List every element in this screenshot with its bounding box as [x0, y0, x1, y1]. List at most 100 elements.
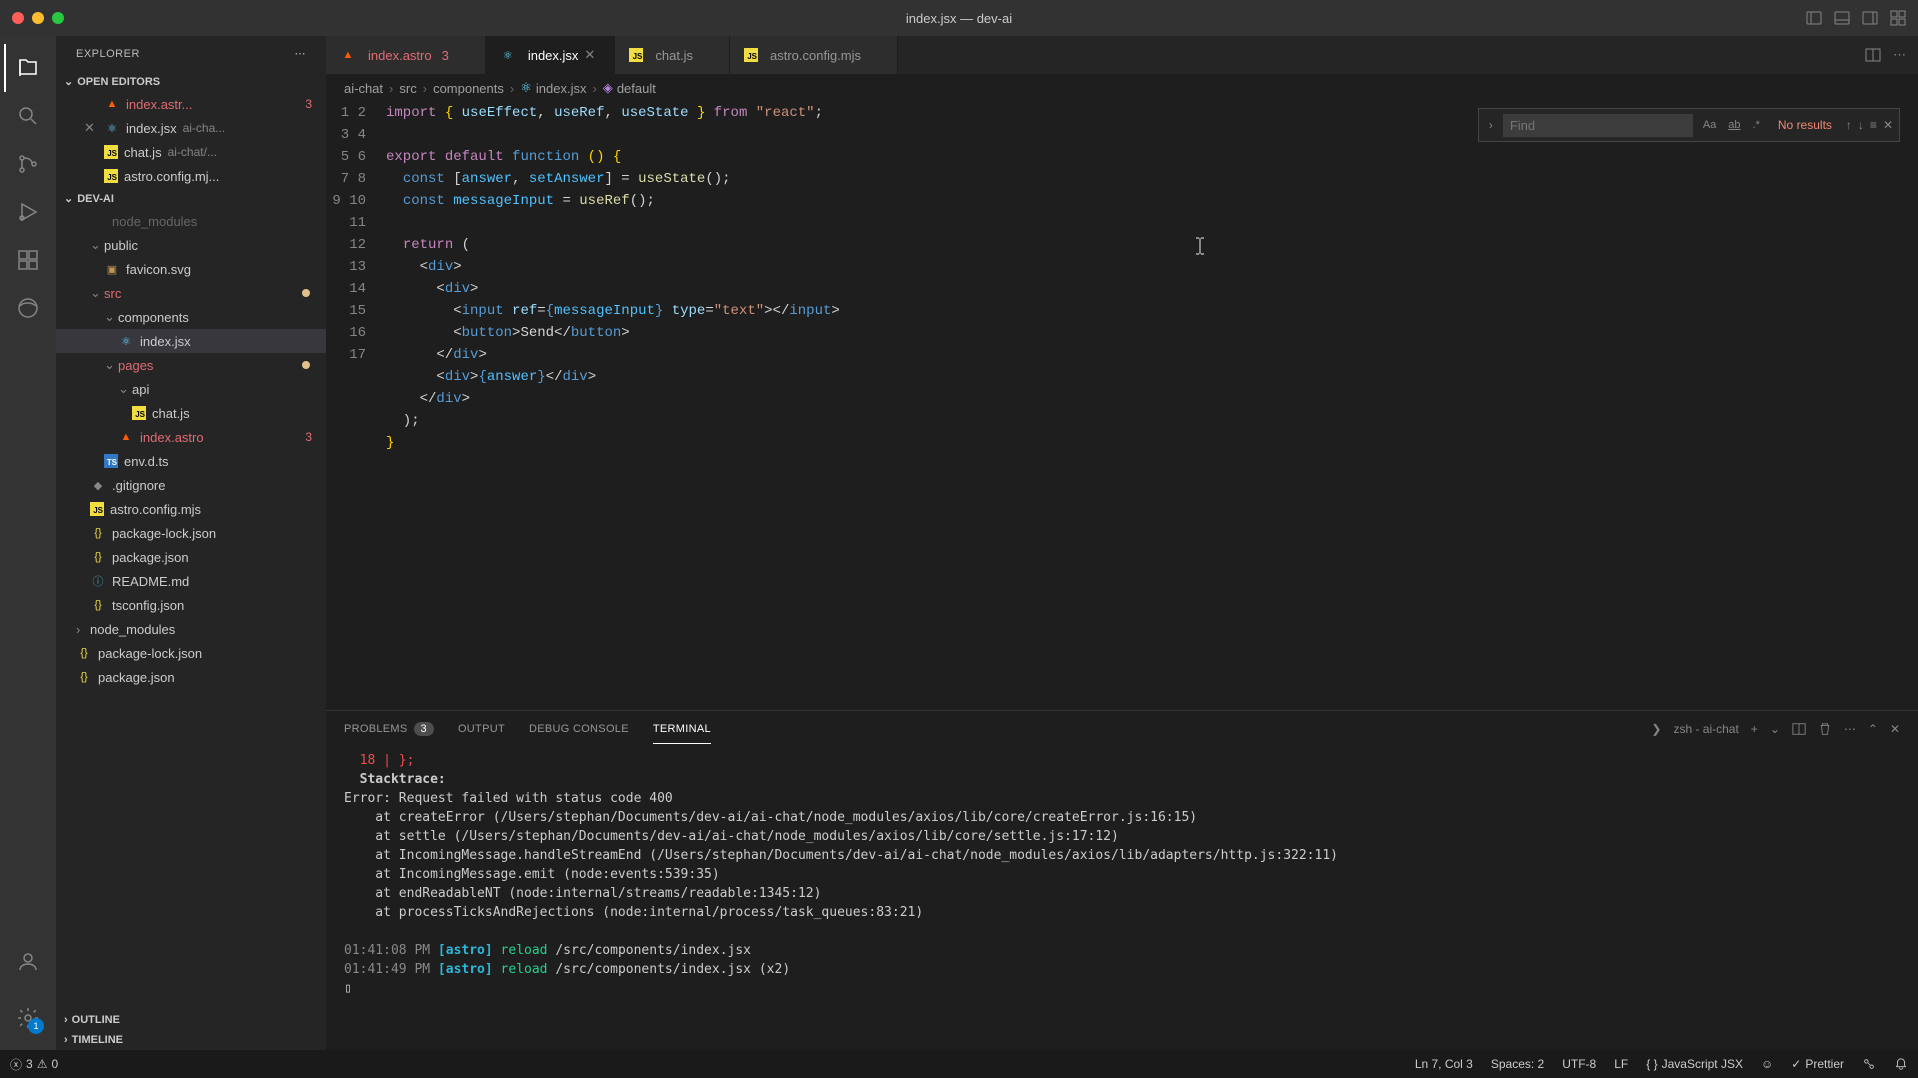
file-item[interactable]: TSenv.d.ts — [56, 449, 326, 473]
breadcrumb-item[interactable]: components — [433, 81, 504, 96]
code-content[interactable]: import { useEffect, useRef, useState } f… — [386, 102, 1918, 710]
problems-tab[interactable]: PROBLEMS 3 — [344, 714, 434, 744]
terminal-output[interactable]: 18 | }; Stacktrace: Error: Request faile… — [326, 747, 1918, 1050]
explorer-activity[interactable] — [4, 44, 52, 92]
file-item[interactable]: ▲index.astro3 — [56, 425, 326, 449]
breadcrumb-item[interactable]: src — [399, 81, 416, 96]
open-editors-label: OPEN EDITORS — [77, 76, 160, 88]
close-editor-icon[interactable]: ✕ — [84, 120, 100, 136]
terminal-tab[interactable]: TERMINAL — [653, 715, 711, 744]
editor-tab[interactable]: ⚛index.jsx✕ — [486, 36, 616, 74]
open-editor-item[interactable]: ✕JSastro.config.mj... — [56, 164, 326, 188]
output-tab[interactable]: OUTPUT — [458, 715, 505, 743]
encoding-status[interactable]: UTF-8 — [1562, 1057, 1596, 1071]
file-item[interactable]: {}package.json — [56, 545, 326, 569]
terminal-shell-icon[interactable]: ❯ — [1651, 722, 1661, 736]
open-editor-item[interactable]: ✕▲index.astr...3 — [56, 92, 326, 116]
minimize-window-button[interactable] — [32, 12, 44, 24]
errors-status[interactable]: ⓧ3 ⚠0 — [10, 1056, 58, 1073]
folder-item[interactable]: ⌄public — [56, 233, 326, 257]
maximize-window-button[interactable] — [52, 12, 64, 24]
folder-name: components — [118, 310, 189, 325]
debug-console-tab[interactable]: DEBUG CONSOLE — [529, 715, 629, 743]
project-header[interactable]: ⌄ DEV-AI — [56, 188, 326, 209]
file-item[interactable]: {}package-lock.json — [56, 521, 326, 545]
code-editor[interactable]: 1 2 3 4 5 6 7 8 9 10 11 12 13 14 15 16 1… — [326, 102, 1918, 710]
file-item[interactable]: ⚛index.jsx — [56, 329, 326, 353]
close-tab-icon[interactable]: ✕ — [584, 47, 600, 63]
file-item[interactable]: ⓘREADME.md — [56, 569, 326, 593]
toggle-panel-icon[interactable] — [1834, 10, 1850, 26]
editor-tab[interactable]: JSchat.js✕ — [615, 36, 730, 74]
folder-item[interactable]: ⌄pages — [56, 353, 326, 377]
find-input[interactable] — [1503, 114, 1693, 137]
customize-layout-icon[interactable] — [1890, 10, 1906, 26]
folder-item[interactable]: ›node_modules — [56, 617, 326, 641]
explorer-more-icon[interactable]: ⋯ — [295, 47, 307, 60]
open-editor-item[interactable]: ✕JSchat.jsai-chat/... — [56, 140, 326, 164]
new-terminal-icon[interactable]: + — [1751, 722, 1758, 736]
file-item[interactable]: {}tsconfig.json — [56, 593, 326, 617]
file-tree: node_modules⌄public▣favicon.svg⌄src⌄comp… — [56, 209, 326, 1010]
edge-activity[interactable] — [4, 284, 52, 332]
outline-header[interactable]: › OUTLINE — [56, 1010, 326, 1030]
maximize-panel-icon[interactable]: ⌃ — [1868, 722, 1878, 736]
breadcrumb-item[interactable]: default — [617, 81, 656, 96]
settings-activity[interactable]: 1 — [4, 994, 52, 1042]
editor-tab[interactable]: JSastro.config.mjs✕ — [730, 36, 898, 74]
breadcrumb-item[interactable]: index.jsx — [536, 81, 587, 96]
split-terminal-icon[interactable] — [1792, 722, 1806, 736]
indentation-status[interactable]: Spaces: 2 — [1491, 1057, 1544, 1071]
panel-more-icon[interactable]: ⋯ — [1844, 722, 1856, 736]
live-share-icon[interactable] — [1862, 1057, 1876, 1071]
editor-tab[interactable]: ▲index.astro3✕ — [326, 36, 486, 74]
more-actions-icon[interactable]: ⋯ — [1893, 47, 1906, 63]
file-item[interactable]: JSchat.js — [56, 401, 326, 425]
close-window-button[interactable] — [12, 12, 24, 24]
file-item[interactable]: JSastro.config.mjs — [56, 497, 326, 521]
extensions-activity[interactable] — [4, 236, 52, 284]
eol-status[interactable]: LF — [1614, 1057, 1628, 1071]
match-case-icon[interactable]: Aa — [1699, 117, 1720, 133]
terminal-dropdown-icon[interactable]: ⌄ — [1770, 722, 1780, 736]
timeline-header[interactable]: › TIMELINE — [56, 1030, 326, 1050]
file-item[interactable]: node_modules — [56, 209, 326, 233]
open-editor-item[interactable]: ✕⚛index.jsxai-cha... — [56, 116, 326, 140]
file-item[interactable]: {}package-lock.json — [56, 641, 326, 665]
find-prev-icon[interactable]: ↑ — [1846, 118, 1852, 132]
breadcrumb[interactable]: ai-chat› src› components› ⚛ index.jsx› ◈… — [326, 74, 1918, 102]
regex-icon[interactable]: .* — [1749, 117, 1764, 133]
terminal-shell-name[interactable]: zsh - ai-chat — [1673, 722, 1738, 736]
accounts-activity[interactable] — [4, 938, 52, 986]
breadcrumb-item[interactable]: ai-chat — [344, 81, 383, 96]
search-activity[interactable] — [4, 92, 52, 140]
feedback-icon[interactable]: ☺ — [1761, 1057, 1773, 1071]
cursor-position-status[interactable]: Ln 7, Col 3 — [1415, 1057, 1473, 1071]
prettier-status[interactable]: ✓Prettier — [1791, 1057, 1844, 1071]
toggle-secondary-sidebar-icon[interactable] — [1862, 10, 1878, 26]
find-toggle-replace-icon[interactable]: › — [1485, 118, 1497, 132]
prettier-label: Prettier — [1805, 1057, 1844, 1071]
terminal-time: 01:41:08 PM — [344, 943, 430, 958]
source-control-activity[interactable] — [4, 140, 52, 188]
find-close-icon[interactable]: ✕ — [1883, 118, 1893, 132]
close-panel-icon[interactable]: ✕ — [1890, 722, 1900, 736]
kill-terminal-icon[interactable] — [1818, 722, 1832, 736]
run-debug-activity[interactable] — [4, 188, 52, 236]
find-next-icon[interactable]: ↓ — [1858, 118, 1864, 132]
folder-item[interactable]: ⌄components — [56, 305, 326, 329]
folder-item[interactable]: ⌄api — [56, 377, 326, 401]
folder-item[interactable]: ⌄src — [56, 281, 326, 305]
open-editors-header[interactable]: ⌄ OPEN EDITORS — [56, 71, 326, 92]
language-status[interactable]: { }JavaScript JSX — [1646, 1057, 1743, 1071]
toggle-primary-sidebar-icon[interactable] — [1806, 10, 1822, 26]
match-whole-word-icon[interactable]: ab — [1724, 117, 1744, 133]
file-item[interactable]: ▣favicon.svg — [56, 257, 326, 281]
split-editor-icon[interactable] — [1865, 47, 1881, 63]
file-item[interactable]: {}package.json — [56, 665, 326, 689]
file-name: env.d.ts — [124, 454, 169, 469]
chevron-down-icon: ⌄ — [104, 309, 118, 325]
notifications-icon[interactable] — [1894, 1057, 1908, 1071]
file-item[interactable]: ◆.gitignore — [56, 473, 326, 497]
find-selection-icon[interactable]: ≡ — [1870, 118, 1877, 132]
